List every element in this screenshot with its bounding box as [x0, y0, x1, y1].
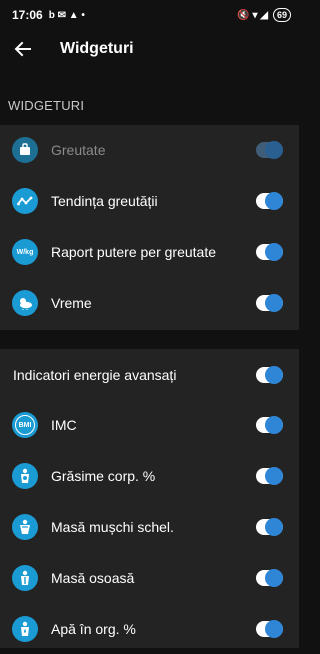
widget-toggle-weight-trend[interactable] [256, 192, 283, 210]
bmi-icon-text: BMI [15, 415, 35, 435]
advanced-label: Indicatori energie avansați [13, 367, 177, 383]
advanced-row-body-fat[interactable]: Grăsime corp. % [0, 451, 299, 501]
advanced-row-water[interactable]: Apă în org. % [0, 604, 299, 654]
scale-icon [12, 137, 38, 163]
section-header: WIDGETURI [8, 97, 85, 113]
status-time: 17:06 [12, 8, 43, 22]
advanced-item-label: Masă osoasă [51, 570, 135, 586]
bmi-icon: BMI [12, 412, 38, 438]
advanced-row-muscle[interactable]: Masă mușchi schel. [0, 502, 299, 552]
wkg-icon: W/kg [12, 239, 38, 265]
weather-icon [12, 290, 38, 316]
trend-icon [12, 188, 38, 214]
advanced-row-bmi[interactable]: BMI IMC [0, 400, 299, 450]
advanced-item-label: Apă în org. % [51, 621, 136, 637]
advanced-toggle-muscle[interactable] [256, 518, 283, 536]
advanced-row[interactable]: Indicatori energie avansați [0, 350, 299, 400]
notification-icons: b ✉ ▲ • [48, 9, 85, 21]
widget-label: Greutate [51, 142, 106, 158]
app-bar: Widgeturi [0, 30, 299, 68]
advanced-toggle-bone[interactable] [256, 569, 283, 587]
advanced-item-label: Masă mușchi schel. [51, 519, 174, 535]
widgets-card: Greutate Tendința greutății W/kg Raport … [0, 125, 299, 330]
advanced-toggle-water[interactable] [256, 620, 283, 638]
widget-row-weather[interactable]: Vreme [0, 278, 299, 328]
back-arrow-icon[interactable] [13, 39, 33, 59]
widget-toggle-weather[interactable] [256, 294, 283, 312]
widget-label: Tendința greutății [51, 193, 158, 209]
widget-label: Vreme [51, 295, 92, 311]
widget-row-weight[interactable]: Greutate [0, 125, 299, 175]
advanced-toggle[interactable] [256, 366, 283, 384]
advanced-toggle-bmi[interactable] [256, 416, 283, 434]
page-title: Widgeturi [60, 40, 134, 57]
widget-toggle-power-to-weight[interactable] [256, 243, 283, 261]
body-fat-icon [12, 463, 38, 489]
bone-icon [12, 565, 38, 591]
widget-toggle-weight[interactable] [256, 141, 283, 159]
widget-row-power-to-weight[interactable]: W/kg Raport putere per greutate [0, 227, 299, 277]
advanced-card: Indicatori energie avansați BMI IMC Grăs… [0, 349, 299, 648]
advanced-item-label: IMC [51, 417, 77, 433]
advanced-toggle-body-fat[interactable] [256, 467, 283, 485]
muscle-icon [12, 514, 38, 540]
status-bar: 17:06 b ✉ ▲ • 🔇 ▾ ◢ 69 [0, 0, 299, 30]
advanced-row-bone[interactable]: Masă osoasă [0, 553, 299, 603]
water-icon [12, 616, 38, 642]
signal-icons: 🔇 ▾ ◢ [237, 9, 268, 21]
battery-indicator: 69 [272, 8, 291, 22]
widget-label: Raport putere per greutate [51, 244, 216, 260]
advanced-item-label: Grăsime corp. % [51, 468, 156, 484]
widget-row-weight-trend[interactable]: Tendința greutății [0, 176, 299, 226]
